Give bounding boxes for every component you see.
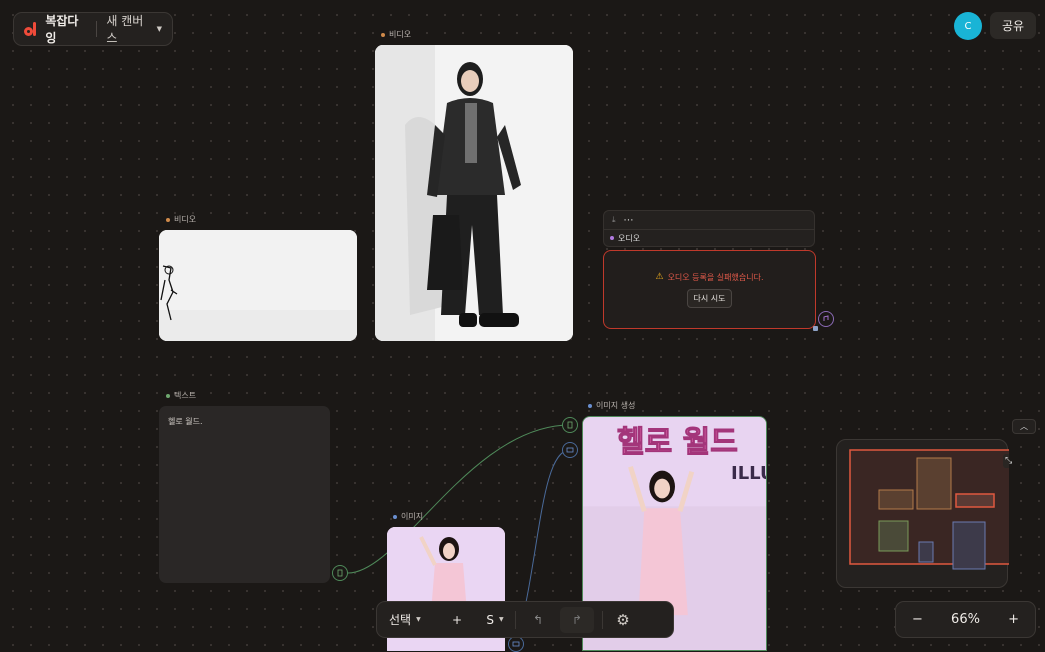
download-icon[interactable]: ⤓ (612, 215, 616, 225)
node-label-text: 텍스트 (166, 390, 196, 401)
node-dot (610, 236, 614, 240)
size-dropdown[interactable]: S ▼ (475, 613, 515, 627)
text-node[interactable]: 헬로 월드. (159, 406, 330, 583)
image-output-port[interactable] (508, 636, 524, 652)
node-label-video: 비디오 (166, 214, 196, 225)
chevron-down-icon: ▼ (499, 616, 504, 623)
share-button[interactable]: 공유 (990, 12, 1036, 39)
chevron-up-icon: ︿ (1020, 422, 1028, 431)
node-label-text: 오디오 (618, 233, 641, 243)
app-brand-bar: 복잡다잉 새 캔버스 ▼ (13, 12, 173, 46)
retry-button[interactable]: 다시 시도 (686, 288, 733, 308)
select-label: 선택 (389, 613, 412, 627)
image-icon (566, 447, 574, 453)
resize-handle[interactable] (813, 326, 818, 331)
node-dot (588, 403, 592, 408)
node-label-image: 이미지 (393, 511, 423, 522)
canvas-toolbar: 선택 ▼ + S ▼ ↰ ↱ ⚙ (376, 601, 674, 638)
error-text: 오디오 등록을 실패했습니다. (667, 272, 764, 282)
audio-error-message: ⚠ 오디오 등록을 실패했습니다. (655, 272, 763, 283)
document-icon (567, 421, 573, 429)
node-label-text: 이미지 (401, 512, 424, 521)
brand-divider (96, 21, 98, 37)
user-avatar[interactable]: C (954, 12, 982, 40)
node-label-text: 텍스트 (174, 391, 197, 400)
more-icon[interactable]: ⋯ (624, 215, 635, 226)
app-name: 복잡다잉 (45, 14, 79, 45)
zoom-control: − 66% + (895, 601, 1036, 638)
zoom-in-button[interactable]: + (1008, 612, 1019, 627)
document-icon (337, 569, 343, 577)
sketch-figure-image (159, 230, 357, 341)
minimap-collapse-button[interactable]: ︿ (1012, 419, 1036, 434)
music-icon (823, 315, 829, 321)
text-output-port[interactable] (332, 565, 348, 581)
minimap-canvas (849, 449, 1028, 570)
node-label-video: 비디오 (381, 29, 411, 40)
node-dot (166, 393, 170, 398)
banner-subtitle: ILLU (731, 463, 766, 484)
node-label-text: 비디오 (389, 30, 412, 39)
expand-icon[interactable]: ⤡ (1005, 456, 1012, 466)
minimap[interactable]: ⤡ (836, 439, 1028, 588)
app-logo-icon (24, 22, 37, 36)
image-input-port[interactable] (562, 442, 578, 458)
chevron-down-icon: ▼ (156, 25, 163, 33)
text-input-port[interactable] (562, 417, 578, 433)
zoom-level: 66% (951, 612, 980, 627)
video-node-sketch[interactable] (159, 230, 357, 341)
node-dot (393, 514, 397, 519)
select-tool-dropdown[interactable]: 선택 ▼ (389, 611, 439, 628)
node-label-text: 이미지 생성 (596, 401, 636, 410)
image-icon (512, 641, 520, 647)
settings-gear-icon[interactable]: ⚙ (603, 611, 643, 629)
node-label-text: 비디오 (174, 215, 197, 224)
node-dot (166, 217, 170, 222)
canvas-name-dropdown[interactable]: 새 캔버스 ▼ (106, 12, 162, 46)
banner-title: 헬로 월드 (617, 425, 739, 461)
redo-icon[interactable]: ↱ (560, 606, 594, 633)
fashion-model-image (375, 45, 573, 341)
text-node-content: 헬로 월드. (168, 417, 203, 426)
node-dot (381, 32, 385, 37)
size-label: S (486, 612, 494, 627)
zoom-out-button[interactable]: − (912, 612, 923, 627)
canvas-name: 새 캔버스 (106, 14, 144, 45)
add-node-button[interactable]: + (439, 613, 475, 627)
node-label-image-gen: 이미지 생성 (588, 400, 635, 411)
undo-icon[interactable]: ↰ (516, 613, 560, 627)
chevron-down-icon: ▼ (416, 616, 421, 623)
audio-output-port[interactable] (818, 311, 834, 327)
audio-node[interactable]: ⚠ 오디오 등록을 실패했습니다. 다시 시도 (603, 250, 816, 329)
video-node-fashion[interactable] (375, 45, 573, 341)
node-label-audio: 오디오 (603, 230, 815, 247)
audio-node-toolbar: ⤓ ⋯ (603, 210, 815, 230)
warning-icon: ⚠ (655, 272, 664, 282)
